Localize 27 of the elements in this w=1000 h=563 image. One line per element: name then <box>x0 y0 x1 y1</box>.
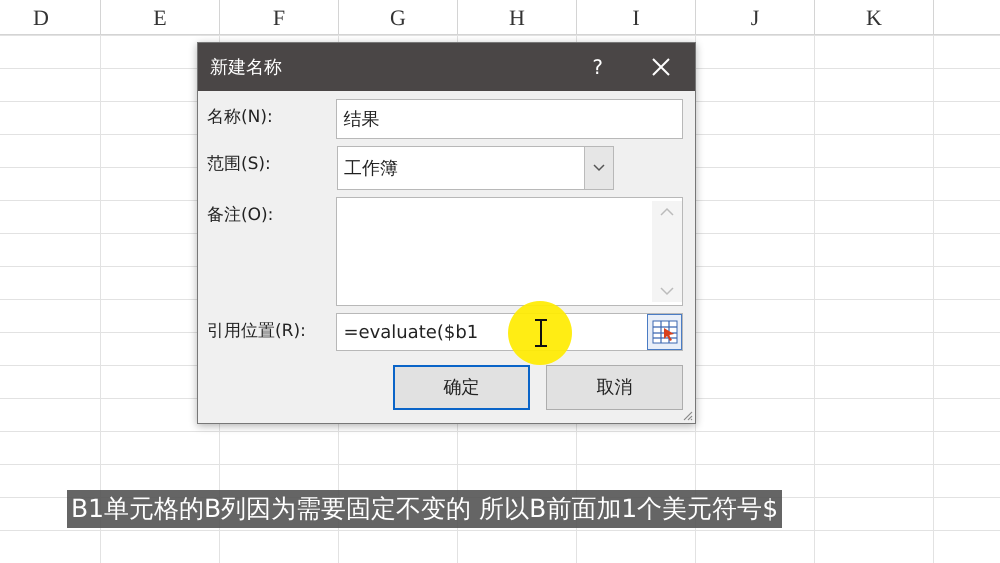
column-header[interactable]: D <box>0 0 101 34</box>
field-label: 名称(N): <box>207 106 274 129</box>
field-label: 引用位置(R): <box>207 320 307 343</box>
ok-button[interactable]: 确定 <box>393 365 530 410</box>
chevron-down-icon[interactable] <box>593 164 605 172</box>
field-label: 范围(S): <box>207 153 272 176</box>
text-cursor-icon <box>534 319 548 347</box>
column-header[interactable]: H <box>458 0 577 34</box>
scroll-down-icon[interactable] <box>660 287 674 296</box>
field-label: 备注(O): <box>207 204 274 227</box>
column-header[interactable]: F <box>220 0 339 34</box>
range-select-icon[interactable] <box>652 320 678 344</box>
help-button[interactable]: ? <box>592 52 603 82</box>
scroll-up-icon[interactable] <box>660 207 674 216</box>
resize-grip-icon[interactable] <box>681 409 693 421</box>
dialog-title: 新建名称 <box>210 56 283 80</box>
column-header[interactable]: E <box>101 0 220 34</box>
column-header[interactable]: G <box>339 0 458 34</box>
column-header[interactable]: J <box>696 0 815 34</box>
subtitle-caption: B1单元格的B列因为需要固定不变的 所以B前面加1个美元符号$ <box>67 490 782 528</box>
text-field[interactable]: 结果 <box>336 99 683 139</box>
column-header[interactable]: I <box>577 0 696 34</box>
cancel-button[interactable]: 取消 <box>546 365 683 410</box>
column-header[interactable]: K <box>815 0 934 34</box>
comment-field[interactable] <box>336 197 683 306</box>
dropdown-field[interactable]: 工作簿 <box>337 146 614 190</box>
close-icon[interactable] <box>651 57 671 77</box>
